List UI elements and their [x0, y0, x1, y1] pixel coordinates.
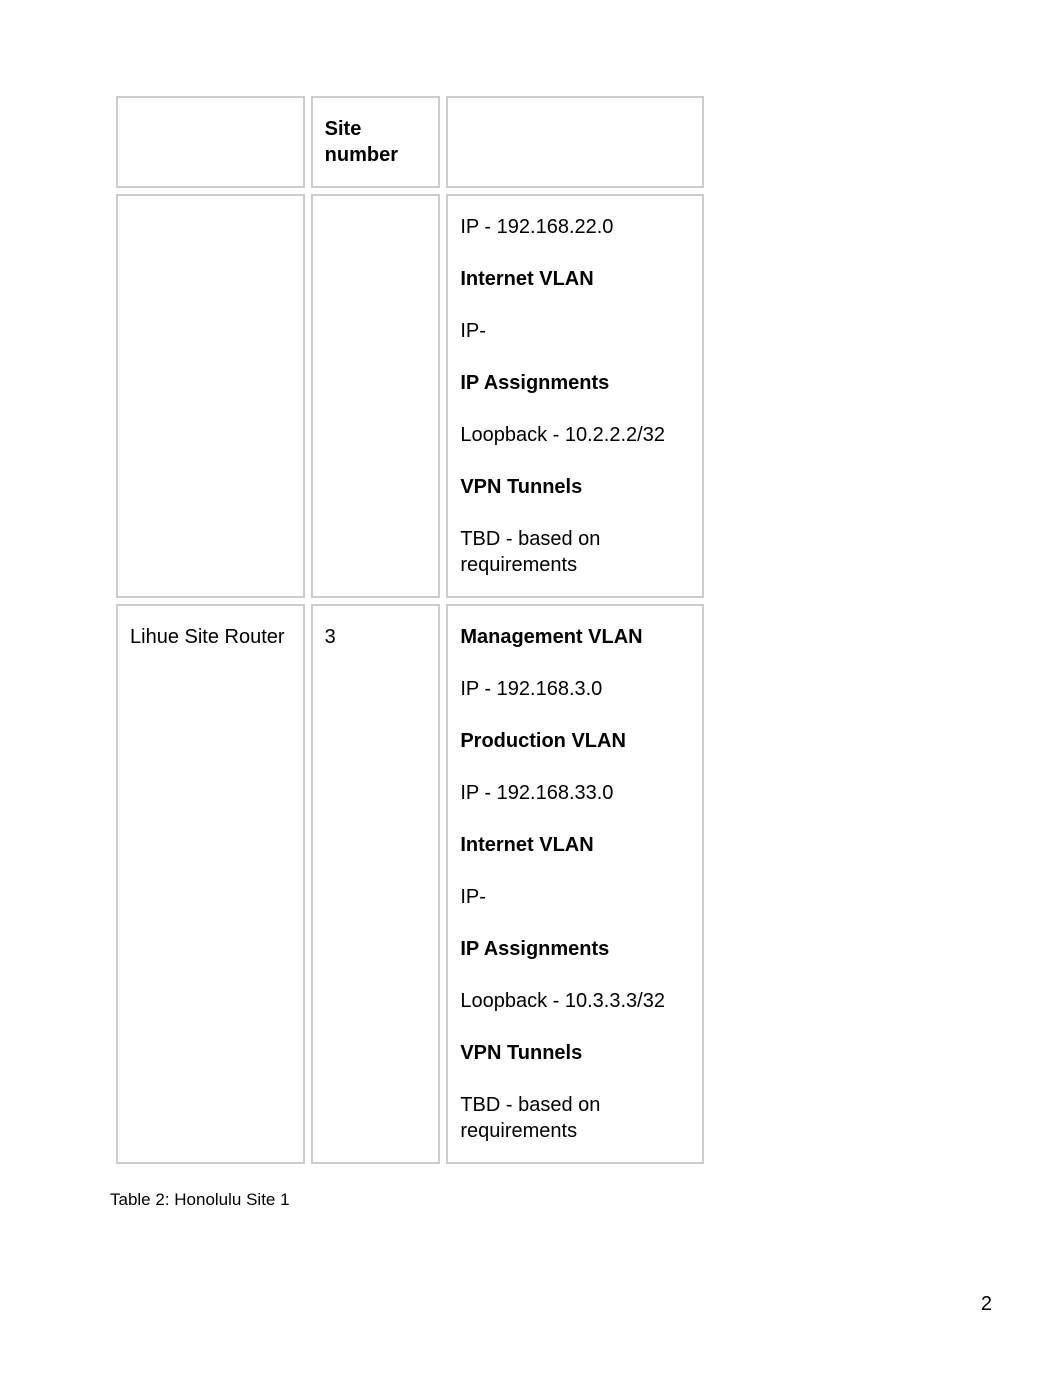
detail-line: Internet VLAN	[460, 266, 690, 292]
table-row: Lihue Site Router 3 Management VLAN IP -…	[116, 604, 704, 1164]
detail-line: VPN Tunnels	[460, 1040, 690, 1066]
detail-line: IP Assignments	[460, 370, 690, 396]
detail-line: TBD - based on requirements	[460, 526, 690, 578]
table-row: IP - 192.168.22.0 Internet VLAN IP- IP A…	[116, 194, 704, 598]
detail-line: Management VLAN	[460, 624, 690, 650]
detail-line: Loopback - 10.2.2.2/32	[460, 422, 690, 448]
detail-line: IP-	[460, 884, 690, 910]
detail-line: TBD - based on requirements	[460, 1092, 690, 1144]
cell-site-details: Management VLAN IP - 192.168.3.0 Product…	[446, 604, 704, 1164]
detail-line: IP-	[460, 318, 690, 344]
header-cell-details	[446, 96, 704, 188]
detail-line: Production VLAN	[460, 728, 690, 754]
cell-site-name: Lihue Site Router	[116, 604, 305, 1164]
cell-site-details: IP - 192.168.22.0 Internet VLAN IP- IP A…	[446, 194, 704, 598]
page: Site number IP - 192.168.22.0 Internet V…	[0, 0, 1062, 1376]
cell-site-name	[116, 194, 305, 598]
detail-line: Internet VLAN	[460, 832, 690, 858]
detail-line: Loopback - 10.3.3.3/32	[460, 988, 690, 1014]
cell-site-number: 3	[311, 604, 441, 1164]
detail-line: VPN Tunnels	[460, 474, 690, 500]
detail-line: IP Assignments	[460, 936, 690, 962]
cell-site-number	[311, 194, 441, 598]
header-cell-name	[116, 96, 305, 188]
detail-line: IP - 192.168.33.0	[460, 780, 690, 806]
detail-line: IP - 192.168.3.0	[460, 676, 690, 702]
header-cell-site-number: Site number	[311, 96, 441, 188]
site-table: Site number IP - 192.168.22.0 Internet V…	[110, 90, 710, 1170]
table-header-row: Site number	[116, 96, 704, 188]
detail-line: IP - 192.168.22.0	[460, 214, 690, 240]
table-caption: Table 2: Honolulu Site 1	[110, 1190, 962, 1210]
page-number: 2	[981, 1293, 992, 1316]
